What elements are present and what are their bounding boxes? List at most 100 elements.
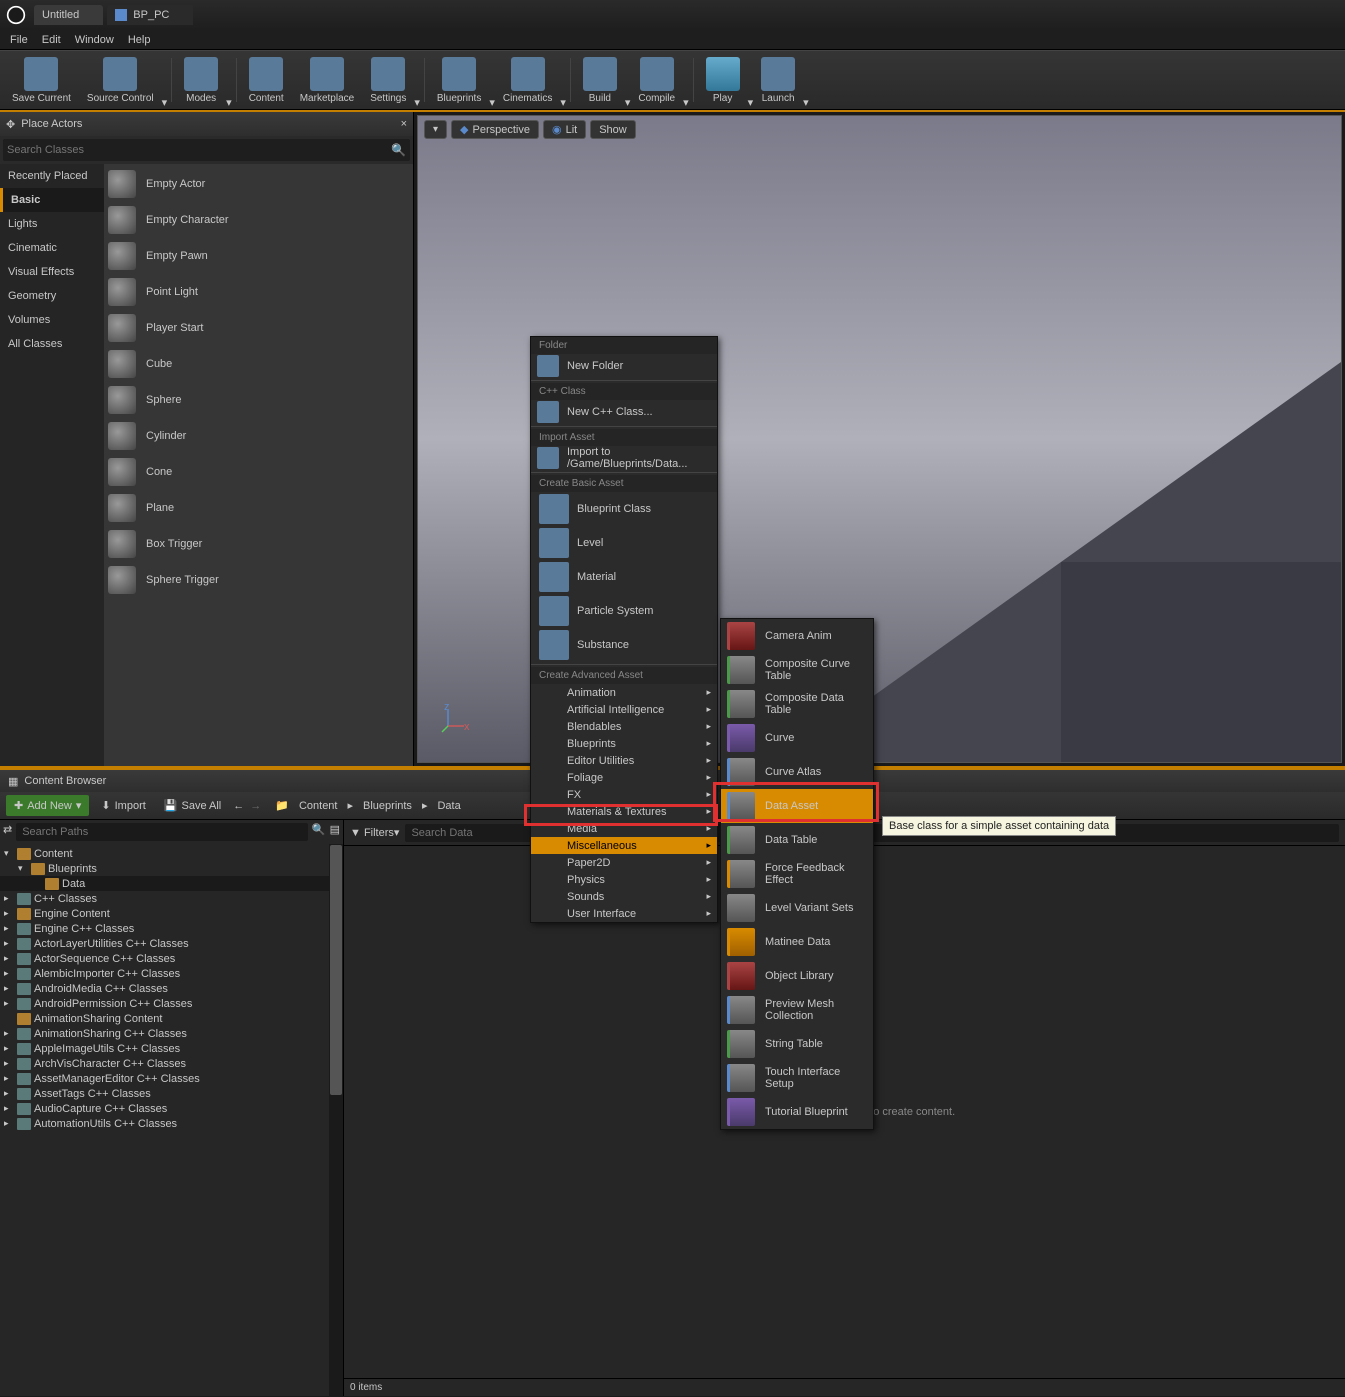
tab-untitled[interactable]: Untitled (34, 5, 103, 25)
save-current-button[interactable]: Save Current (4, 51, 79, 109)
tree-node-androidmedia-c-classes[interactable]: ▸AndroidMedia C++ Classes (0, 981, 343, 996)
submenu-matinee-data[interactable]: Matinee Data (721, 925, 873, 959)
actor-cone[interactable]: Cone (104, 454, 413, 490)
advanced-foliage[interactable]: Foliage▸ (531, 769, 717, 786)
search-paths-input[interactable] (16, 823, 308, 841)
advanced-artificial-intelligence[interactable]: Artificial Intelligence▸ (531, 701, 717, 718)
actor-player-start[interactable]: Player Start (104, 310, 413, 346)
basic-material[interactable]: Material (531, 560, 717, 594)
advanced-blueprints[interactable]: Blueprints▸ (531, 735, 717, 752)
category-volumes[interactable]: Volumes (0, 308, 104, 332)
viewport-options-dropdown[interactable]: ▾ (424, 120, 447, 139)
tree-node-appleimageutils-c-classes[interactable]: ▸AppleImageUtils C++ Classes (0, 1041, 343, 1056)
submenu-data-table[interactable]: Data Table (721, 823, 873, 857)
import-button[interactable]: ⬇Import (95, 795, 151, 816)
submenu-touch-interface-setup[interactable]: Touch Interface Setup (721, 1061, 873, 1095)
actor-empty-pawn[interactable]: Empty Pawn (104, 238, 413, 274)
submenu-composite-data-table[interactable]: Composite Data Table (721, 687, 873, 721)
import-to-item[interactable]: Import to /Game/Blueprints/Data... (531, 446, 717, 470)
launch-button[interactable]: Launch (753, 51, 803, 109)
actor-empty-actor[interactable]: Empty Actor (104, 166, 413, 202)
tree-node-engine-content[interactable]: ▸Engine Content (0, 906, 343, 921)
basic-blueprint-class[interactable]: Blueprint Class (531, 492, 717, 526)
advanced-media[interactable]: Media▸ (531, 820, 717, 837)
filters-button[interactable]: ▼ Filters▾ (350, 826, 399, 839)
category-lights[interactable]: Lights (0, 212, 104, 236)
submenu-string-table[interactable]: String Table (721, 1027, 873, 1061)
perspective-button[interactable]: ◆Perspective (451, 120, 539, 139)
actor-sphere[interactable]: Sphere (104, 382, 413, 418)
tree-node-data[interactable]: Data (0, 876, 343, 891)
basic-substance[interactable]: Substance (531, 628, 717, 662)
submenu-composite-curve-table[interactable]: Composite Curve Table (721, 653, 873, 687)
save-all-button[interactable]: 💾Save All (158, 795, 227, 816)
show-button[interactable]: Show (590, 120, 636, 139)
menu-file[interactable]: File (10, 34, 28, 46)
actor-sphere-trigger[interactable]: Sphere Trigger (104, 562, 413, 598)
submenu-tutorial-blueprint[interactable]: Tutorial Blueprint (721, 1095, 873, 1129)
submenu-data-asset[interactable]: Data Asset (721, 789, 873, 823)
tree-node-c-classes[interactable]: ▸C++ Classes (0, 891, 343, 906)
tree-node-content[interactable]: ▾Content (0, 846, 343, 861)
tree-options-icon[interactable]: ▤ (330, 823, 340, 841)
submenu-camera-anim[interactable]: Camera Anim (721, 619, 873, 653)
compile-button[interactable]: Compile (630, 51, 683, 109)
marketplace-button[interactable]: Marketplace (292, 51, 362, 109)
play-button[interactable]: Play (698, 51, 748, 109)
advanced-miscellaneous[interactable]: Miscellaneous▸ (531, 837, 717, 854)
advanced-animation[interactable]: Animation▸ (531, 684, 717, 701)
basic-level[interactable]: Level (531, 526, 717, 560)
content-button[interactable]: Content (241, 51, 292, 109)
tree-node-actorlayerutilities-c-classes[interactable]: ▸ActorLayerUtilities C++ Classes (0, 936, 343, 951)
modes-dropdown-icon[interactable]: ▾ (226, 96, 232, 109)
place-actors-search[interactable]: 🔍 (3, 139, 410, 161)
submenu-object-library[interactable]: Object Library (721, 959, 873, 993)
search-classes-input[interactable] (7, 144, 391, 156)
tree-toggle-icon[interactable]: ⇄ (3, 823, 12, 841)
tree-node-assetmanagereditor-c-classes[interactable]: ▸AssetManagerEditor C++ Classes (0, 1071, 343, 1086)
submenu-curve-atlas[interactable]: Curve Atlas (721, 755, 873, 789)
advanced-editor-utilities[interactable]: Editor Utilities▸ (531, 752, 717, 769)
blueprints-button[interactable]: Blueprints (429, 51, 489, 109)
cinematics-dropdown-icon[interactable]: ▾ (560, 96, 566, 109)
new-folder-item[interactable]: New Folder (531, 354, 717, 378)
source-control-button[interactable]: Source Control (79, 51, 162, 109)
build-button[interactable]: Build (575, 51, 625, 109)
settings-button[interactable]: Settings (362, 51, 414, 109)
advanced-paper2d[interactable]: Paper2D▸ (531, 854, 717, 871)
breadcrumb-data[interactable]: Data (435, 798, 462, 814)
submenu-force-feedback-effect[interactable]: Force Feedback Effect (721, 857, 873, 891)
advanced-user-interface[interactable]: User Interface▸ (531, 905, 717, 922)
tree-node-blueprints[interactable]: ▾Blueprints (0, 861, 343, 876)
new-cpp-class-item[interactable]: New C++ Class... (531, 400, 717, 424)
launch-dropdown-icon[interactable]: ▾ (803, 96, 809, 109)
actor-point-light[interactable]: Point Light (104, 274, 413, 310)
tree-scrollbar[interactable] (329, 844, 343, 1396)
history-forward-button[interactable]: → (250, 800, 261, 812)
submenu-level-variant-sets[interactable]: Level Variant Sets (721, 891, 873, 925)
submenu-preview-mesh-collection[interactable]: Preview Mesh Collection (721, 993, 873, 1027)
tree-node-assettags-c-classes[interactable]: ▸AssetTags C++ Classes (0, 1086, 343, 1101)
tree-node-animationsharing-content[interactable]: AnimationSharing Content (0, 1011, 343, 1026)
close-icon[interactable]: × (401, 118, 407, 130)
tab-bp-pc[interactable]: BP_PC (107, 5, 193, 25)
cinematics-button[interactable]: Cinematics (495, 51, 560, 109)
modes-button[interactable]: Modes (176, 51, 226, 109)
submenu-curve[interactable]: Curve (721, 721, 873, 755)
add-new-button[interactable]: ✚Add New▾ (6, 795, 89, 816)
category-geometry[interactable]: Geometry (0, 284, 104, 308)
breadcrumb-blueprints[interactable]: Blueprints (361, 798, 414, 814)
advanced-materials-textures[interactable]: Materials & Textures▸ (531, 803, 717, 820)
actor-empty-character[interactable]: Empty Character (104, 202, 413, 238)
actor-plane[interactable]: Plane (104, 490, 413, 526)
settings-dropdown-icon[interactable]: ▾ (414, 96, 420, 109)
actor-cube[interactable]: Cube (104, 346, 413, 382)
advanced-sounds[interactable]: Sounds▸ (531, 888, 717, 905)
compile-dropdown-icon[interactable]: ▾ (683, 96, 689, 109)
source-control-dropdown-icon[interactable]: ▾ (162, 96, 168, 109)
folder-tree[interactable]: ▾Content▾BlueprintsData▸C++ Classes▸Engi… (0, 844, 343, 1396)
actor-cylinder[interactable]: Cylinder (104, 418, 413, 454)
tree-node-automationutils-c-classes[interactable]: ▸AutomationUtils C++ Classes (0, 1116, 343, 1131)
category-all-classes[interactable]: All Classes (0, 332, 104, 356)
breadcrumb-content[interactable]: Content (297, 798, 340, 814)
